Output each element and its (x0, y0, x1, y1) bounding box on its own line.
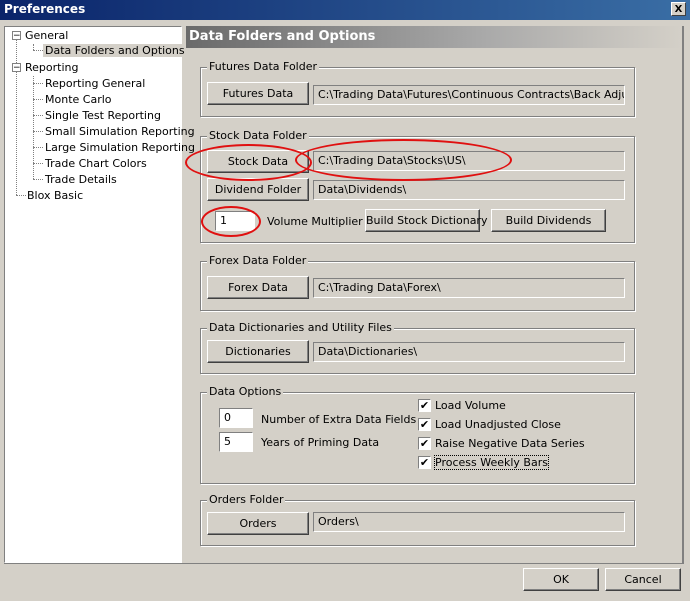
load-unadjusted-close-label[interactable]: Load Unadjusted Close (435, 418, 561, 431)
volume-multiplier-label: Volume Multiplier (267, 215, 363, 228)
load-volume-checkbox[interactable]: ✔ (418, 399, 431, 412)
window-title: Preferences (4, 2, 86, 16)
build-dividends-button[interactable]: Build Dividends (491, 209, 606, 232)
dividend-folder-button[interactable]: Dividend Folder (207, 178, 309, 201)
tree-connector (33, 99, 43, 100)
stock-group-label: Stock Data Folder (207, 129, 309, 142)
dividend-path-field[interactable]: Data\Dividends\ (313, 180, 625, 200)
tree-item-trade-details[interactable]: Trade Details (45, 173, 117, 186)
tree-item-data-folders-and-options[interactable]: Data Folders and Options (43, 44, 187, 57)
tree-item-small-simulation-reporting[interactable]: Small Simulation Reporting (45, 125, 195, 138)
tree-item-monte-carlo[interactable]: Monte Carlo (45, 93, 112, 106)
stock-path-field[interactable]: C:\Trading Data\Stocks\US\ (313, 151, 625, 171)
process-weekly-bars-label[interactable]: Process Weekly Bars (434, 455, 549, 470)
cancel-button[interactable]: Cancel (605, 568, 681, 591)
footer-divider (4, 563, 684, 564)
preferences-window: Preferences X − General Data Folders and… (0, 0, 690, 601)
tree-item-single-test-reporting[interactable]: Single Test Reporting (45, 109, 161, 122)
ok-button[interactable]: OK (523, 568, 599, 591)
tree-connector (33, 115, 43, 116)
raise-negative-data-series-checkbox[interactable]: ✔ (418, 437, 431, 450)
extra-data-fields-input[interactable]: 0 (219, 408, 253, 428)
tree-item-reporting[interactable]: Reporting (25, 61, 78, 74)
extra-data-fields-label: Number of Extra Data Fields (261, 413, 417, 426)
load-volume-label[interactable]: Load Volume (435, 399, 506, 412)
collapse-reporting-icon[interactable]: − (12, 63, 21, 73)
panel-scroll-edge (682, 26, 684, 563)
forex-group-label: Forex Data Folder (207, 254, 309, 267)
dictionaries-button[interactable]: Dictionaries (207, 340, 309, 363)
volume-multiplier-input[interactable]: 1 (215, 211, 255, 231)
orders-path-field[interactable]: Orders\ (313, 512, 625, 532)
title-bar[interactable]: Preferences X (0, 0, 690, 20)
tree-connector (16, 195, 26, 196)
dictionaries-group-label: Data Dictionaries and Utility Files (207, 321, 394, 334)
futures-path-field[interactable]: C:\Trading Data\Futures\Continuous Contr… (313, 85, 625, 105)
tree-connector (33, 131, 43, 132)
tree-connector (33, 147, 43, 148)
tree-item-blox-basic[interactable]: Blox Basic (27, 189, 83, 202)
build-stock-dictionary-button[interactable]: Build Stock Dictionary (365, 209, 487, 232)
priming-years-input[interactable]: 5 (219, 432, 253, 452)
tree-item-trade-chart-colors[interactable]: Trade Chart Colors (45, 157, 147, 170)
collapse-general-icon[interactable]: − (12, 31, 21, 41)
orders-group-label: Orders Folder (207, 493, 286, 506)
preferences-tree[interactable]: − General Data Folders and Options − Rep… (4, 26, 195, 563)
panel-title: Data Folders and Options (186, 26, 682, 48)
stock-data-button[interactable]: Stock Data (207, 150, 309, 173)
data-options-group-label: Data Options (207, 385, 284, 398)
tree-item-large-simulation-reporting[interactable]: Large Simulation Reporting (45, 141, 195, 154)
priming-years-label: Years of Priming Data (261, 436, 380, 449)
dictionaries-path-field[interactable]: Data\Dictionaries\ (313, 342, 625, 362)
futures-data-button[interactable]: Futures Data (207, 82, 309, 105)
tree-item-general[interactable]: General (25, 29, 68, 42)
tree-connector (33, 50, 43, 51)
load-unadjusted-close-checkbox[interactable]: ✔ (418, 418, 431, 431)
futures-group-label: Futures Data Folder (207, 60, 320, 73)
tree-connector (33, 83, 43, 84)
forex-path-field[interactable]: C:\Trading Data\Forex\ (313, 278, 625, 298)
orders-button[interactable]: Orders (207, 512, 309, 535)
process-weekly-bars-checkbox[interactable]: ✔ (418, 456, 431, 469)
close-button[interactable]: X (671, 2, 686, 16)
tree-connector (33, 163, 43, 164)
forex-data-button[interactable]: Forex Data (207, 276, 309, 299)
raise-negative-data-series-label[interactable]: Raise Negative Data Series (435, 437, 585, 450)
tree-connector (33, 179, 43, 180)
tree-item-reporting-general[interactable]: Reporting General (45, 77, 145, 90)
